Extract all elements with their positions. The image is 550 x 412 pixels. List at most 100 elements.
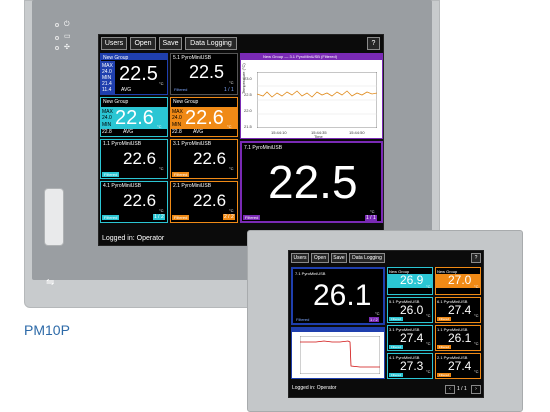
avg-label: AVG xyxy=(121,87,132,93)
trend-xlabel: Time xyxy=(314,134,323,139)
filter-tag: Filtered xyxy=(437,345,452,349)
help-button[interactable]: ? xyxy=(367,37,380,50)
min-value: 22.8 xyxy=(102,129,112,135)
open-button[interactable]: Open xyxy=(311,253,329,263)
unit-label: °C xyxy=(426,313,431,318)
large-sensor-tile[interactable]: 7.1 PyroMiniUSB 26.1 °C Filtered 1 / 2 xyxy=(291,267,385,325)
unit-label: °C xyxy=(474,369,479,374)
unit-label: °C xyxy=(426,284,431,289)
unit-label: °C xyxy=(229,166,234,171)
avg-label: AVG xyxy=(193,129,204,135)
ytick: 22.0 xyxy=(244,108,252,113)
page-indicator: 1 / 1 xyxy=(457,386,467,392)
reading-value: 22.6 xyxy=(123,191,157,210)
xtick: 15:44:10 xyxy=(271,130,287,135)
filter-tag: Filtered xyxy=(437,373,452,377)
sensor-tile[interactable]: 2.1 PyroMiniUSB 22.6 °C Filtered 2 / 2 xyxy=(170,181,238,223)
users-button[interactable]: Users xyxy=(101,37,127,50)
users-button[interactable]: Users xyxy=(291,253,309,263)
usb-icon: ⇋ xyxy=(46,277,55,288)
data-logging-button[interactable]: Data Logging xyxy=(349,253,385,263)
min-label: MIN xyxy=(172,122,182,128)
data-logging-button[interactable]: Data Logging xyxy=(185,37,237,50)
group-tile[interactable]: New Group MAX 24.0 MIN 21.4 11.4 AVG 22.… xyxy=(100,53,168,95)
unit-label: °C xyxy=(474,284,479,289)
help-button[interactable]: ? xyxy=(471,253,481,263)
tile-title: 5.1 PyroMiniUSB xyxy=(173,55,212,61)
reading-value: 22.6 xyxy=(115,107,154,129)
tile-title: 7.1 PyroMiniUSB xyxy=(295,271,326,276)
prev-page-button[interactable]: ‹ xyxy=(445,385,455,394)
sensor-tile[interactable]: 1.1 PyroMiniUSB 26.1 °C Filtered xyxy=(435,325,481,351)
unit-label: °C xyxy=(474,341,479,346)
tile-title: 3.1 PyroMiniUSB xyxy=(173,141,212,147)
sensor-tile[interactable]: 3.1 PyroMiniUSB 27.4 °C Filtered xyxy=(387,325,433,351)
sensor-tile[interactable]: 5.1 PyroMiniUSB 26.0 °C Filtered xyxy=(387,297,433,323)
filter-tag: Filtered xyxy=(389,345,404,349)
unit-label: °C xyxy=(370,209,375,214)
power-icon: ⏻ xyxy=(64,21,70,28)
ytick: 21.5 xyxy=(244,124,252,129)
sensor-tile[interactable]: 5.1 PyroMiniUSB 22.5 °C Filtered 1 / 1 xyxy=(170,53,238,95)
tile-title: 4.1 PyroMiniUSB xyxy=(103,183,142,189)
sensor-tile[interactable]: 6.1 PyroMiniUSB 27.4 °C Filtered xyxy=(435,297,481,323)
min-value: 22.8 xyxy=(172,129,182,135)
save-button[interactable]: Save xyxy=(159,37,182,50)
filter-tag: Filtered xyxy=(296,317,310,322)
reading-value: 27.0 xyxy=(448,273,472,287)
login-status: Logged in: Operator xyxy=(102,235,165,242)
sensor-tile[interactable]: 2.1 PyroMiniUSB 27.4 °C Filtered xyxy=(435,353,481,379)
reading-value: 22.5 xyxy=(189,62,225,82)
group-tile[interactable]: New Group MAX 24.0 MIN 22.8 AVG 22.6 °C xyxy=(170,97,238,137)
ytick: 23.0 xyxy=(244,76,252,81)
status-led xyxy=(55,36,59,40)
page-indicator[interactable]: 1 / 1 xyxy=(365,215,377,221)
filter-tag: Filtered xyxy=(389,317,404,321)
ytick: 22.5 xyxy=(244,92,252,97)
group-tile[interactable]: New Group MAX 24.0 MIN 22.8 AVG 22.6 °C xyxy=(100,97,168,137)
max-value: 24.0 xyxy=(172,115,182,121)
reading-value: 26.1 xyxy=(313,279,372,312)
reading-value: 22.5 xyxy=(268,156,358,208)
save-button[interactable]: Save xyxy=(331,253,347,263)
unit-label: °C xyxy=(227,124,232,129)
page-indicator[interactable]: 1 / 2 xyxy=(153,214,165,220)
reading-value: 26.9 xyxy=(400,273,424,287)
filter-tag: Filtered xyxy=(389,373,404,377)
xtick: 15:44:50 xyxy=(349,130,365,135)
unit-label: °C xyxy=(229,80,234,85)
sensor-tile[interactable]: 1.1 PyroMiniUSB 22.6 °C Filtered xyxy=(100,139,168,179)
max-value: 24.0 xyxy=(102,115,112,121)
filter-tag: Filtered xyxy=(243,215,261,220)
reading-value: 22.6 xyxy=(193,191,227,210)
sensor-tile[interactable]: 4.1 PyroMiniUSB 27.3 °C Filtered xyxy=(387,353,433,379)
page-indicator[interactable]: 1 / 1 xyxy=(224,87,234,93)
unit-label: °C xyxy=(229,208,234,213)
model-label: PM10P xyxy=(24,322,70,338)
storage-icon: ▭ xyxy=(64,33,71,40)
unit-label: °C xyxy=(375,311,380,316)
group-tile[interactable]: New Group 27.0 °C xyxy=(435,267,481,295)
small-screen: Users Open Save Data Logging ? 7.1 PyroM… xyxy=(288,250,484,398)
sensor-tile[interactable]: 4.1 PyroMiniUSB 22.6 °C Filtered 1 / 2 xyxy=(100,181,168,223)
avg-label: AVG xyxy=(123,129,134,135)
reading-value: 27.4 xyxy=(400,331,424,345)
sensor-tile[interactable]: 3.1 PyroMiniUSB 22.6 °C Filtered xyxy=(170,139,238,179)
next-page-button[interactable]: › xyxy=(471,385,481,394)
open-button[interactable]: Open xyxy=(130,37,156,50)
unit-label: °C xyxy=(159,166,164,171)
reading-value: 22.6 xyxy=(185,107,224,129)
group-tile[interactable]: New Group 26.9 °C xyxy=(387,267,433,295)
page-indicator[interactable]: 2 / 2 xyxy=(223,214,235,220)
unit-label: °C xyxy=(426,369,431,374)
status-led xyxy=(55,46,59,50)
page-indicator[interactable]: 1 / 2 xyxy=(369,317,379,322)
unit-label: °C xyxy=(157,124,162,129)
large-sensor-tile[interactable]: 7.1 PyroMiniUSB 22.5 °C Filtered 1 / 1 xyxy=(240,141,383,223)
avg-value: 11.4 xyxy=(102,87,112,93)
reading-value: 22.5 xyxy=(119,63,158,85)
reading-value: 27.3 xyxy=(400,359,424,373)
unit-label: °C xyxy=(159,208,164,213)
large-screen: Users Open Save Data Logging ? New Group… xyxy=(98,34,384,246)
tile-title: 2.1 PyroMiniUSB xyxy=(173,183,212,189)
